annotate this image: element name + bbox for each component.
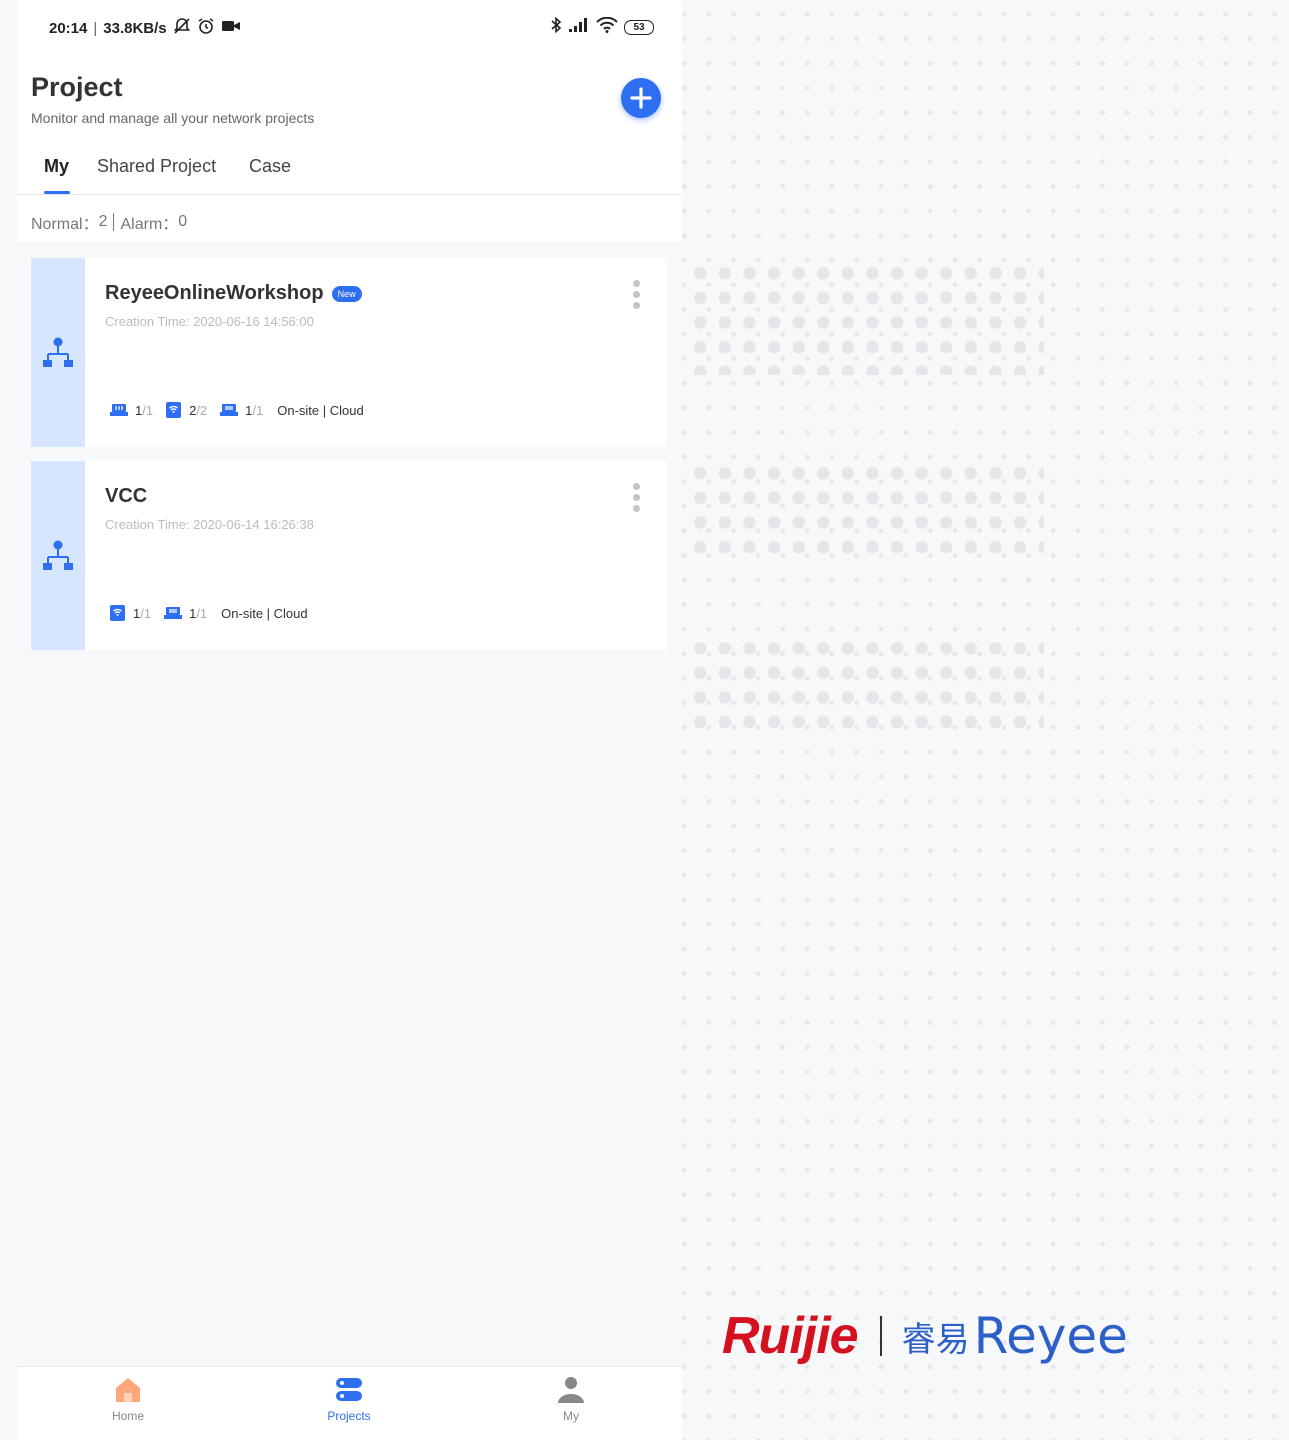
- page-subtitle: Monitor and manage all your network proj…: [31, 110, 315, 126]
- online-count: 1: [133, 605, 141, 621]
- switch-icon: [220, 404, 239, 416]
- brand-logos: Ruijie 睿易 Reyee: [722, 1306, 1128, 1366]
- switch-icon: [164, 607, 183, 619]
- access-point-stat: 2/2: [165, 401, 207, 419]
- creation-time: Creation Time: 2020-06-16 14:56:00: [105, 314, 314, 329]
- online-count: 1: [189, 605, 197, 621]
- gateway-stat: 1/1: [109, 403, 153, 418]
- network-topology-icon: [43, 540, 73, 570]
- nav-home-label: Home: [111, 1409, 144, 1423]
- wifi-icon: [596, 16, 618, 37]
- page-title: Project: [31, 72, 123, 102]
- user-icon: [558, 1377, 584, 1403]
- normal-label: Normal：: [31, 216, 99, 233]
- bluetooth-icon: [550, 16, 562, 38]
- normal-count: 2: [98, 213, 108, 230]
- active-tab-indicator: [44, 191, 70, 194]
- total-count: /1: [196, 605, 208, 621]
- projects-icon: [336, 1378, 362, 1401]
- alarm-icon: [197, 17, 215, 39]
- switch-stat: 1/1: [219, 403, 263, 418]
- divider: [113, 213, 115, 231]
- network-speed: 33.8KB/s: [103, 19, 167, 37]
- project-type-panel: [31, 461, 85, 650]
- signal-icon: [568, 17, 590, 37]
- reyee-logo: 睿易 Reyee: [902, 1307, 1128, 1365]
- tab-case[interactable]: Case: [249, 156, 291, 177]
- project-name: ReyeeOnlineWorkshop: [105, 282, 324, 304]
- total-count: /1: [142, 402, 154, 418]
- online-count: 1: [245, 402, 253, 418]
- project-card[interactable]: VCC Creation Time: 2020-06-14 16:26:38 1…: [31, 461, 667, 650]
- nav-my-label: My: [563, 1409, 579, 1423]
- network-topology-icon: [43, 337, 73, 367]
- device-stats: 1/1 1/1 On-site | Cloud: [109, 604, 308, 622]
- more-options-icon[interactable]: [631, 483, 641, 513]
- total-count: /1: [252, 402, 264, 418]
- project-name: VCC: [105, 485, 148, 507]
- online-count: 1: [135, 402, 143, 418]
- dot-pattern-decoration: [684, 630, 1044, 730]
- muted-bell-icon: [173, 17, 191, 39]
- plus-icon: [630, 87, 652, 109]
- access-point-icon: [166, 402, 182, 418]
- nav-my[interactable]: My: [521, 1375, 621, 1423]
- project-card[interactable]: ReyeeOnlineWorkshop New Creation Time: 2…: [31, 258, 667, 447]
- creation-time: Creation Time: 2020-06-14 16:26:38: [105, 517, 314, 532]
- bottom-navigation: Home Projects My: [17, 1366, 682, 1440]
- logo-divider: [879, 1316, 882, 1356]
- project-name-row: ReyeeOnlineWorkshop New: [105, 282, 362, 305]
- management-mode: On-site | Cloud: [221, 605, 308, 621]
- nav-home[interactable]: Home: [78, 1375, 178, 1423]
- battery-icon: 53: [624, 19, 654, 35]
- total-count: /1: [140, 605, 152, 621]
- video-icon: [221, 19, 241, 37]
- ruijie-logo: Ruijie: [722, 1307, 859, 1365]
- nav-projects[interactable]: Projects: [299, 1375, 399, 1423]
- phone-screen: 20:14 | 33.8KB/s 53 Project Monitor and …: [17, 0, 682, 1440]
- home-icon: [116, 1378, 140, 1402]
- access-point-stat: 1/1: [109, 604, 151, 622]
- clock: 20:14: [49, 19, 88, 37]
- add-project-button[interactable]: [621, 78, 661, 118]
- reyee-mark: 睿易: [901, 1319, 970, 1360]
- page-header: Project Monitor and manage all your netw…: [17, 52, 682, 242]
- online-count: 2: [189, 402, 197, 418]
- status-summary: Normal： 2 Alarm： 0: [31, 210, 187, 234]
- reyee-wordmark: Reyee: [973, 1307, 1128, 1365]
- dot-pattern-decoration: [684, 255, 1044, 375]
- project-name-row: VCC: [105, 485, 147, 508]
- project-type-panel: [31, 258, 85, 447]
- project-tabs: My Shared Project Case: [17, 152, 682, 195]
- gateway-icon: [110, 404, 128, 416]
- management-mode: On-site | Cloud: [277, 402, 364, 418]
- nav-projects-label: Projects: [327, 1409, 371, 1423]
- tab-shared-project[interactable]: Shared Project: [97, 156, 216, 177]
- status-bar: 20:14 | 33.8KB/s 53: [17, 0, 682, 52]
- tab-my[interactable]: My: [44, 156, 69, 177]
- switch-stat: 1/1: [163, 606, 207, 621]
- dot-pattern-decoration: [684, 455, 1044, 555]
- alarm-label: Alarm：: [120, 216, 179, 233]
- device-stats: 1/1 2/2 1/1 On-site | Cloud: [109, 401, 364, 419]
- alarm-count: 0: [178, 213, 188, 230]
- more-options-icon[interactable]: [631, 280, 641, 310]
- new-badge: New: [331, 285, 362, 302]
- access-point-icon: [110, 605, 125, 621]
- total-count: /2: [196, 402, 208, 418]
